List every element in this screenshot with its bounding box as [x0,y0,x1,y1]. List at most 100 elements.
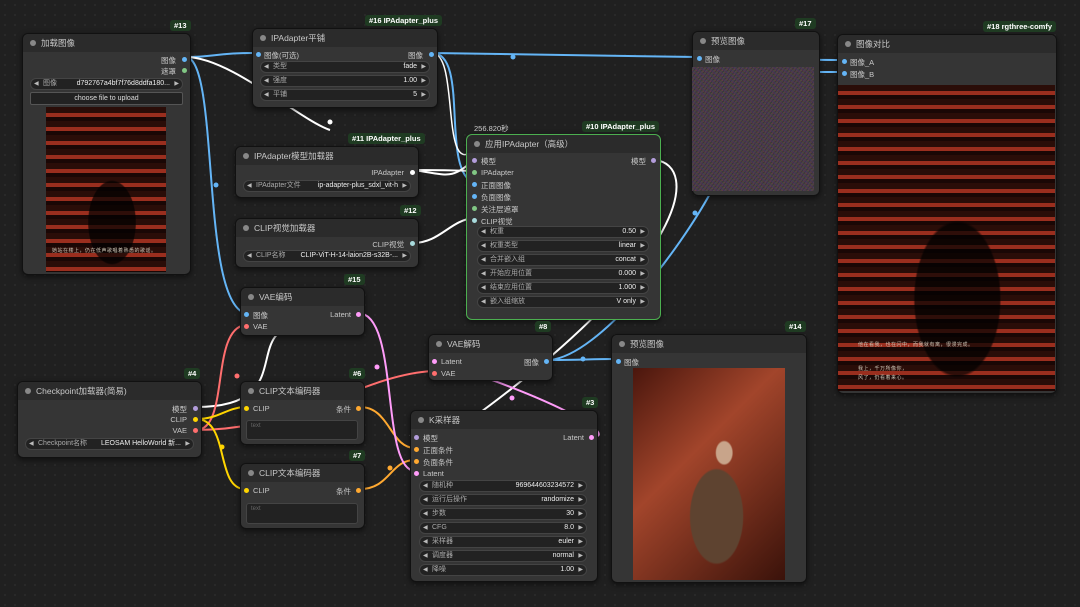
image-compare-node[interactable]: #18 rgthree-comfy 图像对比 图像_A 图像_B 他在看我，也在… [837,21,1057,394]
arrow-left-icon[interactable]: ◀ [34,79,39,89]
arrow-left-icon[interactable]: ◀ [423,565,428,575]
node-header[interactable]: 预览图像 [612,335,806,353]
output-port-conditioning[interactable] [356,488,361,493]
collapse-dot-icon[interactable] [418,417,424,423]
arrow-right-icon[interactable]: ▶ [640,297,645,307]
checkpoint-loader-node[interactable]: #4 Checkpoint加载器(简易) 模型 CLIP VAE ◀ Checkp… [17,368,202,458]
collapse-dot-icon[interactable] [260,35,266,41]
input-port-image[interactable] [616,359,621,364]
collapse-dot-icon[interactable] [248,388,254,394]
node-header[interactable]: CLIP文本编码器 [241,464,364,482]
denoise-widget[interactable]: ◀ 降噪 1.00 ▶ [419,564,587,576]
input-port-vae[interactable] [244,324,249,329]
collapse-dot-icon[interactable] [243,225,249,231]
output-port-image[interactable] [544,359,549,364]
input-port-clip[interactable] [244,406,249,411]
output-port-image[interactable] [429,52,434,57]
node-header[interactable]: 图像对比 [838,35,1056,53]
strength-widget[interactable]: ◀ 强度 1.00 ▶ [260,75,430,87]
arrow-left-icon[interactable]: ◀ [481,241,486,251]
vae-encode-node[interactable]: #15 VAE编码 图像 VAE Latent [240,274,365,336]
arrow-left-icon[interactable]: ◀ [481,227,486,237]
output-port-image[interactable] [182,57,187,62]
scheduler-widget[interactable]: ◀ 调度器 normal ▶ [419,550,587,562]
arrow-right-icon[interactable]: ▶ [421,90,426,100]
arrow-right-icon[interactable]: ▶ [640,255,645,265]
output-port-ipadapter[interactable] [410,170,415,175]
ipadapter-tile-node[interactable]: #16 IPAdapter_plus IPAdapter平铺 图像(可选) 图像… [252,15,443,108]
arrow-left-icon[interactable]: ◀ [29,439,34,449]
arrow-left-icon[interactable]: ◀ [247,181,252,191]
collapse-dot-icon[interactable] [248,470,254,476]
cfg-widget[interactable]: ◀ CFG 8.0 ▶ [419,522,587,534]
input-port-ipadapter[interactable] [472,170,477,175]
input-port-positive[interactable] [414,447,419,452]
arrow-right-icon[interactable]: ▶ [578,481,583,491]
arrow-right-icon[interactable]: ▶ [578,495,583,505]
weight-type-widget[interactable]: ◀ 权重类型 linear ▶ [477,240,649,252]
output-port-mask[interactable] [182,68,187,73]
arrow-right-icon[interactable]: ▶ [578,551,583,561]
node-header[interactable]: IPAdapter模型加载器 [236,147,418,165]
arrow-left-icon[interactable]: ◀ [481,269,486,279]
sampler-widget[interactable]: ◀ 采样器 euler ▶ [419,536,587,548]
combine-embeds-widget[interactable]: ◀ 合并嵌入组 concat ▶ [477,254,649,266]
prompt-textarea[interactable]: text [246,420,358,440]
input-port-clip[interactable] [244,488,249,493]
weight-widget[interactable]: ◀ 权重 0.50 ▶ [477,226,649,238]
arrow-right-icon[interactable]: ▶ [402,181,407,191]
output-port-latent[interactable] [356,312,361,317]
end-at-widget[interactable]: ◀ 结束应用位置 1.000 ▶ [477,282,649,294]
seed-widget[interactable]: ◀ 随机种 969644603234572 ▶ [419,480,587,492]
clip-text-encode-node-7[interactable]: #7 CLIP文本编码器 CLIP 条件 text [240,450,366,529]
node-header[interactable]: CLIP视觉加载器 [236,219,418,237]
output-port-conditioning[interactable] [356,406,361,411]
compare-image[interactable]: 他在看我，也在闪中，而我就有离，很漫完成。 我上，千万所像你， 风了，仍看着来心… [838,85,1055,391]
input-port-image-a[interactable] [842,59,847,64]
arrow-right-icon[interactable]: ▶ [640,227,645,237]
collapse-dot-icon[interactable] [619,341,625,347]
checkpoint-name-widget[interactable]: ◀ Checkpoint名称 LEOSAM HelloWorld 新... ▶ [25,438,194,450]
input-port-image[interactable] [697,56,702,61]
input-port-image[interactable] [244,312,249,317]
input-port-positive-image[interactable] [472,182,477,187]
input-port-vae[interactable] [432,371,437,376]
preview-image-node-17[interactable]: #17 预览图像 图像 [692,18,820,196]
prompt-textarea[interactable]: text [246,503,358,524]
node-header[interactable]: VAE编码 [241,288,364,306]
arrow-left-icon[interactable]: ◀ [247,251,252,261]
arrow-right-icon[interactable]: ▶ [640,241,645,251]
arrow-left-icon[interactable]: ◀ [423,537,428,547]
input-port-model[interactable] [472,158,477,163]
image-combo-widget[interactable]: ◀ 图像 d792767a4bf7f76d8ddfa180... ▶ [30,78,183,90]
arrow-right-icon[interactable]: ▶ [578,523,583,533]
input-port-negative-image[interactable] [472,194,477,199]
node-header[interactable]: Checkpoint加载器(简易) [18,382,201,400]
collapse-dot-icon[interactable] [248,294,254,300]
preview-image-node-14[interactable]: #14 预览图像 图像 [611,321,807,583]
arrow-left-icon[interactable]: ◀ [264,62,269,72]
arrow-left-icon[interactable]: ◀ [481,283,486,293]
input-port-model[interactable] [414,435,419,440]
node-header[interactable]: CLIP文本编码器 [241,382,364,400]
arrow-left-icon[interactable]: ◀ [423,551,428,561]
generated-portrait-image[interactable] [633,368,785,580]
node-header[interactable]: VAE解码 [429,335,552,353]
clip-name-widget[interactable]: ◀ CLIP名称 CLIP-ViT-H-14-laion2B-s32B-... ▶ [243,250,411,262]
arrow-left-icon[interactable]: ◀ [264,90,269,100]
collapse-dot-icon[interactable] [474,141,480,147]
arrow-right-icon[interactable]: ▶ [640,283,645,293]
ipadapter-model-loader-node[interactable]: #11 IPAdapter_plus IPAdapter模型加载器 IPAdap… [235,133,425,198]
arrow-left-icon[interactable]: ◀ [423,495,428,505]
arrow-right-icon[interactable]: ▶ [421,62,426,72]
upload-button[interactable]: choose file to upload [30,92,183,105]
load-image-node[interactable]: #13 加载图像 图像 遮罩 ◀ 图像 d792767a4bf7f76d8ddf… [22,20,191,275]
input-port-latent[interactable] [414,471,419,476]
arrow-right-icon[interactable]: ▶ [578,565,583,575]
collapse-dot-icon[interactable] [25,388,31,394]
collapse-dot-icon[interactable] [845,41,851,47]
arrow-right-icon[interactable]: ▶ [185,439,190,449]
clip-text-encode-node-6[interactable]: #6 CLIP文本编码器 CLIP 条件 text [240,368,366,445]
input-port-image[interactable] [256,52,261,57]
node-header[interactable]: 应用IPAdapter（高级） [467,135,660,153]
